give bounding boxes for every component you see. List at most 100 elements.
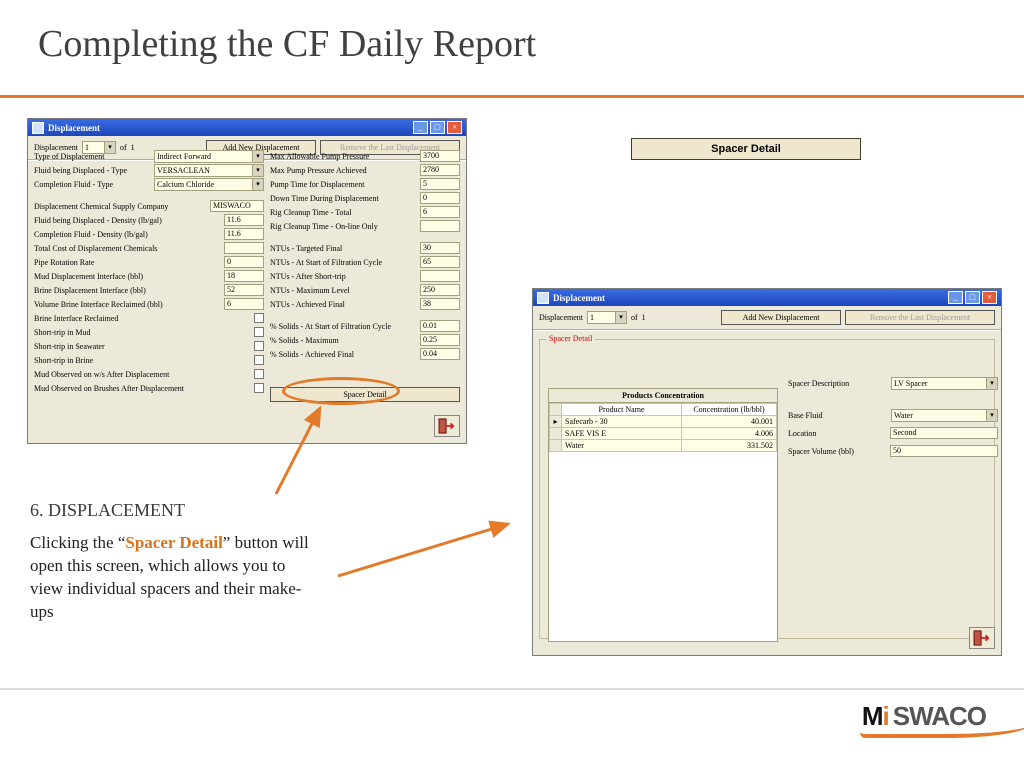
of-label: of [631,313,638,322]
short-trip-mud-checkbox[interactable] [254,327,264,337]
ntu-final-label: NTUs - Achieved Final [270,300,420,309]
mud-brushes-checkbox[interactable] [254,383,264,393]
ntu-max-label: NTUs - Maximum Level [270,286,420,295]
close-button[interactable]: × [982,291,997,304]
exit-button[interactable] [434,415,460,437]
pump-achieved-input[interactable]: 2780 [420,164,460,176]
fluid-type-label: Fluid being Displaced - Type [34,166,154,175]
short-trip-brine-label: Short-trip in Brine [34,356,254,365]
section-body: Clicking the “Spacer Detail” button will… [30,532,310,624]
page-select[interactable]: 1▾ [587,311,627,324]
cleanup-total-input[interactable]: 6 [420,206,460,218]
swoosh-icon [860,724,1024,738]
completion-fluid-type-select[interactable]: Calcium Chloride▾ [154,178,264,191]
add-displacement-button[interactable]: Add New Displacement [721,310,841,325]
ntu-target-input[interactable]: 30 [420,242,460,254]
solids-start-label: % Solids - At Start of Filtration Cycle [270,322,420,331]
completion-density-input[interactable]: 11.6 [224,228,264,240]
down-time-input[interactable]: 0 [420,192,460,204]
solids-final-input[interactable]: 0.04 [420,348,460,360]
nav-label: Displacement [539,313,583,322]
fluid-density-input[interactable]: 11.6 [224,214,264,226]
ntu-max-input[interactable]: 250 [420,284,460,296]
mud-interface-label: Mud Displacement Interface (bbl) [34,272,224,281]
ntu-final-input[interactable]: 38 [420,298,460,310]
spacer-desc-label: Spacer Description [788,379,891,388]
spacer-detail-callout-button[interactable]: Spacer Detail [631,138,861,160]
down-time-label: Down Time During Displacement [270,194,420,203]
completion-fluid-type-label: Completion Fluid - Type [34,180,154,189]
col-product: Product Name [562,404,682,416]
brine-interface-label: Brine Displacement Interface (bbl) [34,286,224,295]
ntu-start-input[interactable]: 65 [420,256,460,268]
mud-interface-input[interactable]: 18 [224,270,264,282]
table-row[interactable]: SAFE VIS E4.006 [550,428,777,440]
volume-interface-label: Volume Brine Interface Reclaimed (bbl) [34,300,224,309]
pipe-rotation-input[interactable]: 0 [224,256,264,268]
app-icon [32,122,44,134]
pump-time-input[interactable]: 5 [420,178,460,190]
spacer-detail-button[interactable]: Spacer Detail [270,387,460,402]
highlight-term: Spacer Detail [125,533,222,552]
fluid-density-label: Fluid being Displaced - Density (lb/gal) [34,216,224,225]
ntu-short-input[interactable] [420,270,460,282]
fieldset-legend: Spacer Detail [546,334,595,343]
close-button[interactable]: × [447,121,462,134]
total-label: 1 [642,313,646,322]
base-fluid-label: Base Fluid [788,411,891,420]
max-pump-input[interactable]: 3700 [420,150,460,162]
location-label: Location [788,429,890,438]
exit-button[interactable] [969,627,995,649]
minimize-button[interactable]: _ [948,291,963,304]
mud-ws-label: Mud Observed on w/s After Displacement [34,370,254,379]
max-pump-label: Max Allowable Pump Pressure [270,152,420,161]
displacement-window: Displacement _ □ × Displacement 1▾ of 1 … [27,118,467,444]
cleanup-online-input[interactable] [420,220,460,232]
grid-title: Products Concentration [549,389,777,403]
table-row[interactable]: Water331.502 [550,440,777,452]
titlebar[interactable]: Displacement _ □ × [28,119,466,136]
spacer-volume-label: Spacer Volume (bbl) [788,447,890,456]
base-fluid-select[interactable]: Water▾ [891,409,998,422]
supplier-input[interactable]: MISWACO [210,200,264,212]
short-trip-seawater-checkbox[interactable] [254,341,264,351]
brand-logo: Mi SWACO [862,698,986,734]
window-title: Displacement [553,293,605,303]
products-grid[interactable]: Products Concentration Product Name Conc… [548,388,778,642]
maximize-button[interactable]: □ [965,291,980,304]
ntu-short-label: NTUs - After Short-trip [270,272,420,281]
brine-reclaimed-checkbox[interactable] [254,313,264,323]
spacer-desc-select[interactable]: LV Spacer▾ [891,377,998,390]
solids-max-input[interactable]: 0.25 [420,334,460,346]
pump-time-label: Pump Time for Displacement [270,180,420,189]
supplier-label: Displacement Chemical Supply Company [34,202,210,211]
maximize-button[interactable]: □ [430,121,445,134]
fluid-type-select[interactable]: VERSACLEAN▾ [154,164,264,177]
pipe-rotation-label: Pipe Rotation Rate [34,258,224,267]
titlebar[interactable]: Displacement _ □ × [533,289,1001,306]
arrow-to-popup [330,516,520,586]
pump-achieved-label: Max Pump Pressure Achieved [270,166,420,175]
solids-final-label: % Solids - Achieved Final [270,350,420,359]
remove-displacement-button[interactable]: Remove the Last Displacement [845,310,995,325]
minimize-button[interactable]: _ [413,121,428,134]
spacer-volume-input[interactable]: 50 [890,445,998,457]
door-exit-icon [438,418,456,434]
slide-title: Completing the CF Daily Report [38,22,536,66]
location-input[interactable]: Second [890,427,998,439]
solids-start-input[interactable]: 0.01 [420,320,460,332]
volume-interface-input[interactable]: 6 [224,298,264,310]
type-of-displacement-select[interactable]: Indirect Forward▾ [154,150,264,163]
short-trip-brine-checkbox[interactable] [254,355,264,365]
cleanup-online-label: Rig Cleanup Time - On-line Only [270,222,420,231]
table-row[interactable]: ▸Safecarb - 3040.001 [550,416,777,428]
app-icon [537,292,549,304]
total-cost-label: Total Cost of Displacement Chemicals [34,244,224,253]
total-cost-input[interactable] [224,242,264,254]
type-of-displacement-label: Type of Displacement [34,152,154,161]
mud-ws-checkbox[interactable] [254,369,264,379]
brine-interface-input[interactable]: 52 [224,284,264,296]
brine-reclaimed-label: Brine Interface Reclaimed [34,314,254,323]
title-divider [0,95,1024,98]
door-exit-icon [973,630,991,646]
